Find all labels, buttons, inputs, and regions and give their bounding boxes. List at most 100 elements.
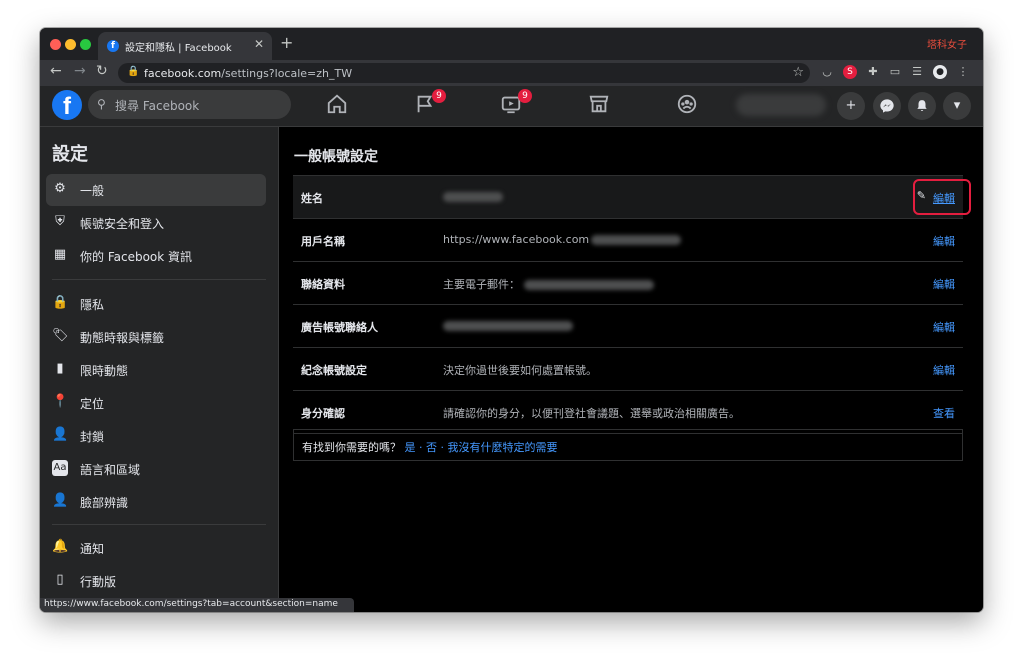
- sidebar-item-blocking[interactable]: 👤 封鎖: [46, 420, 266, 452]
- settings-row-identity[interactable]: 身分確認 請確認你的身分，以便刊登社會議題、選舉或政治相關廣告。 查看: [293, 391, 963, 434]
- search-input[interactable]: [113, 90, 287, 121]
- row-value: 主要電子郵件：: [443, 276, 654, 292]
- sidebar-item-label: 封鎖: [80, 430, 105, 444]
- highlight-box: [913, 179, 971, 215]
- marketplace-icon[interactable]: [586, 93, 612, 119]
- search-icon: ⚲: [97, 97, 106, 111]
- sidebar-item-privacy[interactable]: 🔒 隱私: [46, 288, 266, 320]
- settings-sidebar: 設定 ⚙ 一般 ⛨ 帳號安全和登入 ▦ 你的 Facebook 資訊 🔒 隱私 …: [40, 127, 279, 612]
- browser-toolbar: ← → ↻ 🔒 facebook.com/settings?locale=zh_…: [40, 60, 983, 86]
- settings-row-username[interactable]: 用戶名稱 https://www.facebook.com 編輯: [293, 219, 963, 262]
- face-icon: 👤: [52, 493, 69, 508]
- row-value-redacted: [443, 190, 503, 203]
- tag-icon: 🏷: [52, 328, 69, 343]
- notifications-bell-icon[interactable]: [908, 92, 936, 120]
- sidebar-item-label: 你的 Facebook 資訊: [80, 250, 193, 264]
- sidebar-item-language-region[interactable]: Aa 語言和區域: [46, 453, 266, 485]
- cast-icon[interactable]: ▭: [888, 65, 902, 79]
- sidebar-item-location[interactable]: 📍 定位: [46, 387, 266, 419]
- pocket-icon[interactable]: ◡: [820, 65, 834, 79]
- row-label: 用戶名稱: [301, 235, 345, 248]
- settings-row-memorialization[interactable]: 紀念帳號設定 決定你過世後要如何處置帳號。 編輯: [293, 348, 963, 391]
- view-identity-link[interactable]: 查看: [933, 405, 955, 421]
- reading-list-icon[interactable]: ☰: [910, 65, 924, 79]
- puzzle-icon[interactable]: ✚: [866, 65, 880, 79]
- location-pin-icon: 📍: [52, 394, 69, 409]
- sidebar-item-stories[interactable]: ▮ 限時動態: [46, 354, 266, 386]
- feedback-no-link[interactable]: 否: [426, 441, 437, 454]
- sidebar-item-label: 隱私: [80, 298, 105, 312]
- sidebar-item-label: 一般: [80, 184, 105, 198]
- groups-icon[interactable]: [674, 93, 700, 119]
- maximize-window-button[interactable]: [80, 39, 91, 50]
- settings-list: 姓名 ✎ 編輯 用戶名稱 https://www.facebook.com 編輯…: [293, 175, 971, 434]
- account-menu-chevron-icon[interactable]: ▾: [943, 92, 971, 120]
- messenger-icon[interactable]: [873, 92, 901, 120]
- sidebar-item-label: 臉部辨識: [80, 496, 129, 510]
- brand-logo: 塔科女子: [927, 40, 967, 51]
- shield-icon: ⛨: [55, 214, 65, 229]
- back-icon[interactable]: ←: [50, 63, 62, 79]
- profile-button[interactable]: [736, 94, 826, 116]
- sidebar-item-mobile[interactable]: ▯ 行動版: [46, 565, 266, 597]
- row-label: 身分確認: [301, 407, 345, 420]
- edit-contact-link[interactable]: 編輯: [933, 276, 955, 292]
- row-label: 姓名: [301, 192, 323, 205]
- reload-icon[interactable]: ↻: [96, 63, 108, 79]
- sidebar-item-label: 帳號安全和登入: [80, 217, 165, 231]
- tab-close-icon[interactable]: ✕: [254, 37, 264, 51]
- search-box[interactable]: ⚲: [88, 90, 291, 121]
- lock-icon: 🔒: [52, 295, 69, 310]
- sidebar-item-label: 動態時報與標籤: [80, 331, 165, 345]
- new-tab-button[interactable]: +: [280, 33, 293, 52]
- feedback-other-link[interactable]: 我沒有什麼特定的需要: [448, 441, 558, 454]
- settings-row-ad-contact[interactable]: 廣告帳號聯絡人 編輯: [293, 305, 963, 348]
- s-extension-icon[interactable]: S: [843, 65, 857, 79]
- sidebar-item-notifications[interactable]: 🔔 通知: [46, 532, 266, 564]
- facebook-header: f ⚲ 9 9 + ▾: [40, 86, 983, 127]
- sidebar-item-label: 定位: [80, 397, 105, 411]
- gear-icon: ⚙: [54, 181, 66, 196]
- sidebar-item-face-recognition[interactable]: 👤 臉部辨識: [46, 486, 266, 518]
- more-icon[interactable]: ⋮: [956, 65, 970, 79]
- language-icon: Aa: [52, 460, 68, 476]
- sidebar-item-general[interactable]: ⚙ 一般: [46, 174, 266, 206]
- avatar-icon[interactable]: ●: [933, 65, 947, 79]
- sidebar-item-your-info[interactable]: ▦ 你的 Facebook 資訊: [46, 240, 266, 272]
- page-title: 一般帳號設定: [294, 149, 378, 165]
- edit-username-link[interactable]: 編輯: [933, 233, 955, 249]
- create-button[interactable]: +: [837, 92, 865, 120]
- browser-window: f 設定和隱私 | Facebook ✕ + 塔科女子 ← → ↻ 🔒 face…: [40, 28, 983, 612]
- watch-icon[interactable]: 9: [498, 89, 532, 119]
- pages-flag-icon[interactable]: 9: [412, 89, 446, 119]
- sidebar-item-label: 限時動態: [80, 364, 129, 378]
- minimize-window-button[interactable]: [65, 39, 76, 50]
- sidebar-item-label: 行動版: [80, 575, 117, 589]
- grid-icon: ▦: [53, 247, 67, 262]
- edit-memorialization-link[interactable]: 編輯: [933, 362, 955, 378]
- mobile-phone-icon: ▯: [56, 572, 64, 587]
- facebook-favicon-icon: f: [107, 40, 119, 52]
- forward-icon[interactable]: →: [74, 63, 86, 79]
- feedback-yes-link[interactable]: 是: [405, 441, 416, 454]
- sidebar-item-security[interactable]: ⛨ 帳號安全和登入: [46, 207, 266, 239]
- block-user-icon: 👤: [52, 427, 69, 442]
- edit-ad-contact-link[interactable]: 編輯: [933, 319, 955, 335]
- bookmark-star-icon[interactable]: ☆: [792, 65, 804, 80]
- url-text: facebook.com/settings?locale=zh_TW: [144, 67, 353, 80]
- facebook-logo-icon[interactable]: f: [52, 90, 82, 120]
- browser-tab[interactable]: f 設定和隱私 | Facebook ✕: [98, 32, 272, 60]
- address-bar[interactable]: 🔒 facebook.com/settings?locale=zh_TW ☆: [118, 63, 810, 83]
- sidebar-item-timeline-tagging[interactable]: 🏷 動態時報與標籤: [46, 321, 266, 353]
- row-label: 聯絡資料: [301, 278, 345, 291]
- close-window-button[interactable]: [50, 39, 61, 50]
- pages-badge: 9: [432, 89, 446, 103]
- lock-icon: 🔒: [127, 66, 140, 77]
- home-icon[interactable]: [324, 93, 350, 119]
- tab-title: 設定和隱私 | Facebook: [125, 43, 232, 54]
- settings-row-name[interactable]: 姓名 ✎ 編輯: [293, 175, 971, 219]
- feedback-bar: 有找到你需要的嗎？ 是 · 否 · 我沒有什麼特定的需要: [293, 429, 963, 461]
- settings-row-contact[interactable]: 聯絡資料 主要電子郵件： 編輯: [293, 262, 963, 305]
- sidebar-item-label: 通知: [80, 542, 105, 556]
- row-label: 紀念帳號設定: [301, 364, 367, 377]
